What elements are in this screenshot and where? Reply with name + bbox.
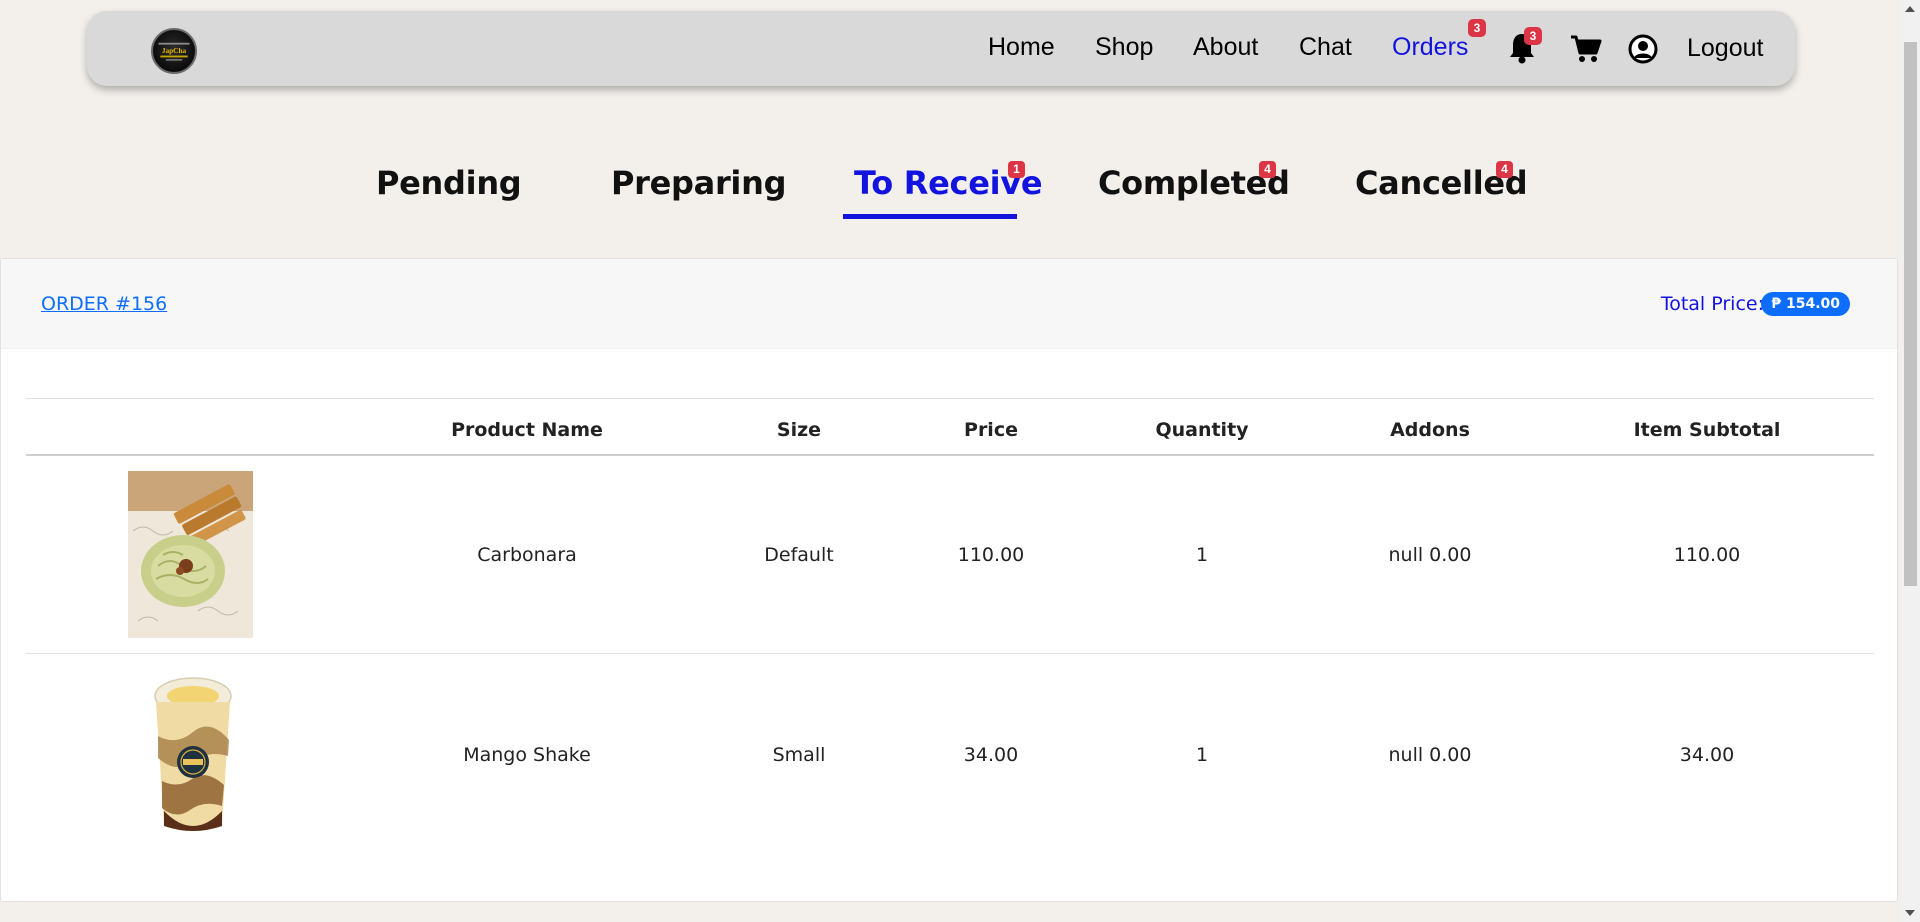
orders-count-badge: 3: [1468, 19, 1486, 37]
product-size: Default: [764, 544, 834, 566]
order-items-table: Product Name Size Price Quantity Addons …: [26, 398, 1874, 852]
navbar: JapCha Home Shop About Chat Orders 3 3 L…: [87, 11, 1795, 86]
header-addons: Addons: [1390, 419, 1470, 441]
nav-chat-link[interactable]: Chat: [1299, 33, 1352, 62]
header-price: Price: [964, 419, 1018, 441]
product-name: Carbonara: [477, 544, 577, 566]
product-price: 34.00: [963, 744, 1019, 766]
product-name: Mango Shake: [463, 744, 591, 766]
table-row: Mango Shake Small 34.00 1 null 0.00 34.0…: [26, 654, 1874, 852]
header-quantity: Quantity: [1155, 419, 1249, 441]
completed-count-badge: 4: [1259, 161, 1276, 178]
cart-icon[interactable]: [1570, 34, 1602, 69]
scroll-down-arrow-icon[interactable]: [1905, 910, 1915, 916]
tab-preparing[interactable]: Preparing: [611, 164, 786, 202]
table-header: Product Name Size Price Quantity Addons …: [26, 398, 1874, 456]
to-receive-count-badge: 1: [1008, 161, 1025, 178]
header-product-name: Product Name: [451, 419, 603, 441]
page-scrollbar[interactable]: [1901, 0, 1920, 922]
product-addons: null 0.00: [1388, 744, 1472, 766]
order-number-link[interactable]: ORDER #156: [41, 293, 167, 315]
nav-shop-link[interactable]: Shop: [1095, 33, 1153, 62]
product-addons: null 0.00: [1388, 544, 1472, 566]
table-row: Carbonara Default 110.00 1 null 0.00 110…: [26, 456, 1874, 654]
header-size: Size: [776, 419, 822, 441]
notifications-count-badge: 3: [1524, 27, 1542, 45]
product-price: 110.00: [957, 544, 1025, 566]
nav-home-link[interactable]: Home: [988, 33, 1055, 62]
mango-shake-photo: [148, 676, 238, 836]
product-size: Small: [772, 744, 826, 766]
cancelled-count-badge: 4: [1496, 161, 1513, 178]
carbonara-photo: [128, 471, 253, 638]
nav-logout-link[interactable]: Logout: [1687, 34, 1763, 63]
scrollbar-thumb[interactable]: [1904, 42, 1917, 586]
scroll-up-arrow-icon[interactable]: [1905, 6, 1915, 12]
nav-orders-link[interactable]: Orders: [1392, 33, 1468, 62]
user-circle-icon[interactable]: [1628, 34, 1658, 69]
order-card-header: ORDER #156 Total Price: ₱ 154.00: [1, 259, 1897, 349]
total-price-label: Total Price:: [1660, 293, 1764, 315]
total-price-badge: ₱ 154.00: [1761, 292, 1850, 316]
product-quantity: 1: [1195, 744, 1209, 766]
header-item-subtotal: Item Subtotal: [1633, 419, 1781, 441]
brand-logo[interactable]: JapCha: [151, 28, 197, 74]
tab-pending[interactable]: Pending: [376, 164, 522, 202]
product-subtotal: 34.00: [1679, 744, 1735, 766]
active-tab-indicator: [843, 214, 1017, 219]
order-card: ORDER #156 Total Price: ₱ 154.00 Product…: [0, 258, 1898, 902]
nav-about-link[interactable]: About: [1193, 33, 1258, 62]
svg-text:JapCha: JapCha: [162, 46, 187, 55]
product-subtotal: 110.00: [1673, 544, 1741, 566]
product-quantity: 1: [1195, 544, 1209, 566]
